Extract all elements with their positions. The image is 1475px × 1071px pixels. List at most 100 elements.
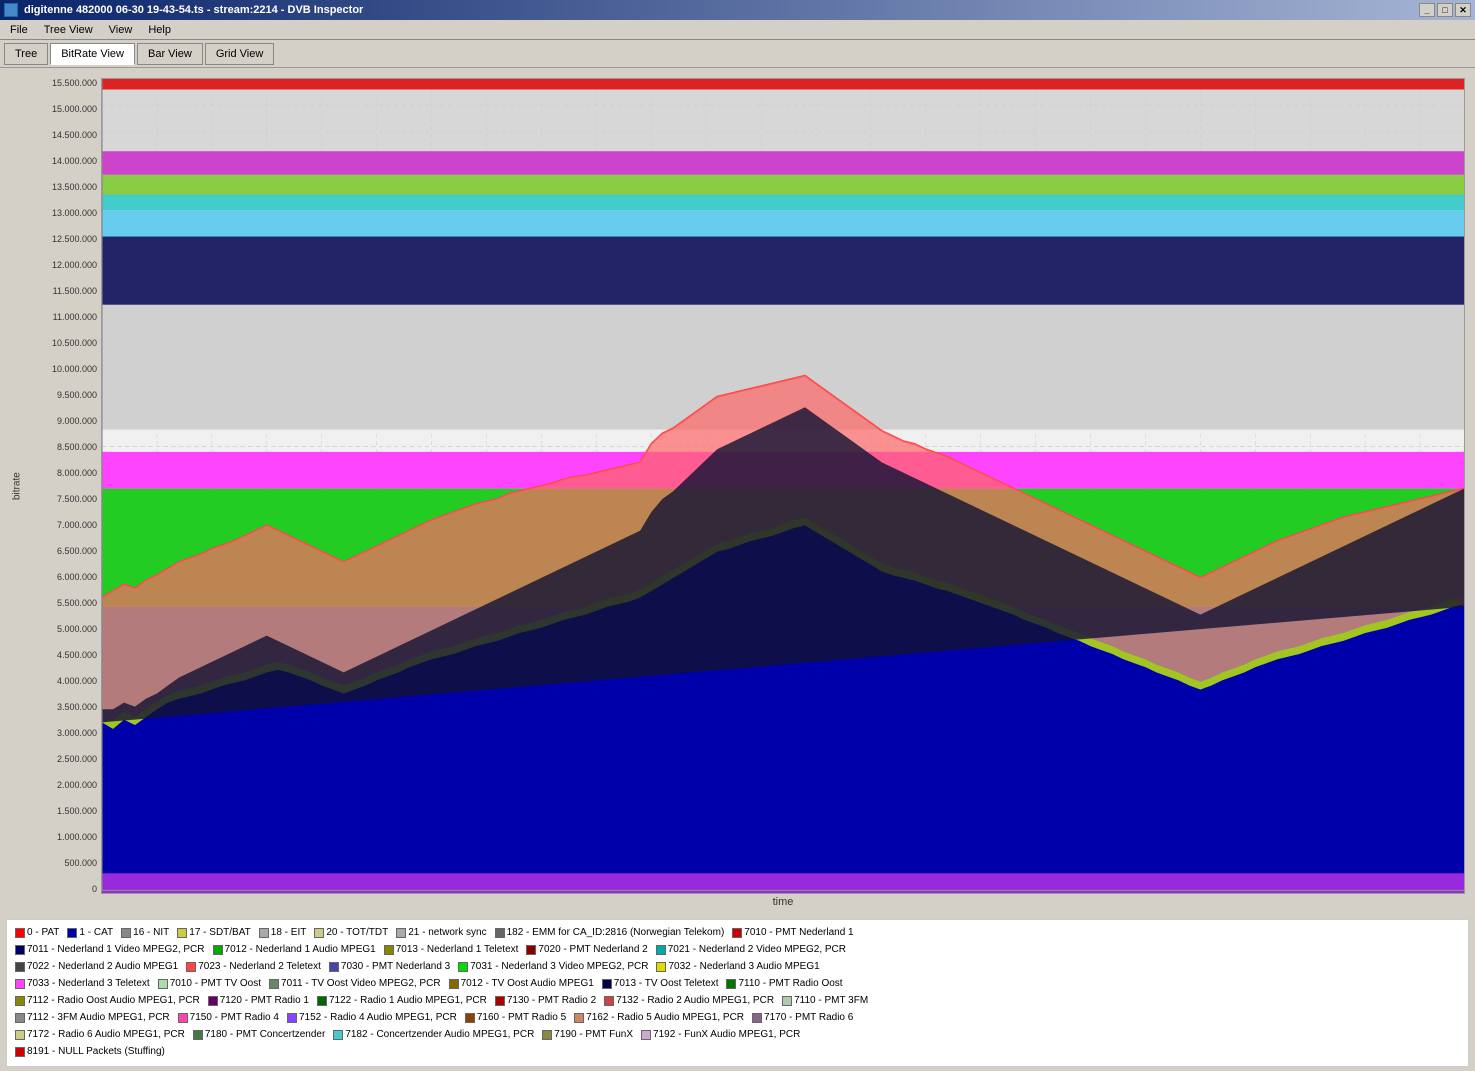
legend-label-pmt-concertz: 7180 - PMT Concertzender <box>205 1027 325 1043</box>
tab-bar-view[interactable]: Bar View <box>137 43 203 65</box>
y-label: 3.500.000 <box>26 702 97 712</box>
legend-item-7033: 7033 - Nederland 3 Teletext <box>15 976 150 992</box>
minimize-button[interactable]: _ <box>1419 3 1435 17</box>
legend-color-eit <box>259 928 269 938</box>
y-label: 15.000.000 <box>26 104 97 114</box>
legend-color-pmt-radio1 <box>208 996 218 1006</box>
legend-item-networksync: 21 - network sync <box>396 925 486 941</box>
legend-item-eit: 18 - EIT <box>259 925 307 941</box>
legend-color-7033 <box>15 979 25 989</box>
legend: 0 - PAT 1 - CAT 16 - NIT 17 - SDT/BAT 18… <box>6 919 1469 1067</box>
legend-label-pmt-funx: 7190 - PMT FunX <box>554 1027 633 1043</box>
y-label: 12.500.000 <box>26 234 97 244</box>
chart-wrapper: bitrate 15.500.00015.000.00014.500.00014… <box>10 78 1465 894</box>
menu-view[interactable]: View <box>101 22 141 38</box>
toolbar: Tree BitRate View Bar View Grid View <box>0 40 1475 68</box>
legend-item-7021: 7021 - Nederland 2 Video MPEG2, PCR <box>656 942 846 958</box>
legend-color-7022 <box>15 962 25 972</box>
legend-color-7012 <box>213 945 223 955</box>
legend-item-null: 8191 - NULL Packets (Stuffing) <box>15 1044 165 1060</box>
tab-bitrate-view[interactable]: BitRate View <box>50 43 135 65</box>
legend-color-tvoost-aud <box>449 979 459 989</box>
legend-color-3fm-aud <box>15 1013 25 1023</box>
legend-label-radio2-aud: 7132 - Radio 2 Audio MPEG1, PCR <box>616 993 774 1009</box>
y-label: 10.500.000 <box>26 338 97 348</box>
legend-color-7011 <box>15 945 25 955</box>
y-label: 15.500.000 <box>26 78 97 88</box>
legend-label-concertz-aud: 7182 - Concertzender Audio MPEG1, PCR <box>345 1027 534 1043</box>
y-label: 4.500.000 <box>26 650 97 660</box>
legend-label-funx-aud: 7192 - FunX Audio MPEG1, PCR <box>653 1027 800 1043</box>
menu-treeview[interactable]: Tree View <box>36 22 101 38</box>
menu-file[interactable]: File <box>2 22 36 38</box>
legend-label-tvoost-vid: 7011 - TV Oost Video MPEG2, PCR <box>281 976 441 992</box>
title-area: digitenne 482000 06-30 19-43-54.ts - str… <box>4 3 363 17</box>
y-label: 2.500.000 <box>26 754 97 764</box>
legend-color-tvoost-vid <box>269 979 279 989</box>
legend-color-7112-radiooost <box>15 996 25 1006</box>
legend-color-7023 <box>186 962 196 972</box>
legend-color-networksync <box>396 928 406 938</box>
legend-color-pmt-funx <box>542 1030 552 1040</box>
legend-row-6: 7112 - 3FM Audio MPEG1, PCR 7150 - PMT R… <box>15 1010 1460 1026</box>
legend-color-sdtbat <box>177 928 187 938</box>
main-content: bitrate 15.500.00015.000.00014.500.00014… <box>0 68 1475 1071</box>
legend-color-7031 <box>458 962 468 972</box>
legend-item-7031: 7031 - Nederland 3 Video MPEG2, PCR <box>458 959 648 975</box>
legend-item-7032: 7032 - Nederland 3 Audio MPEG1 <box>656 959 819 975</box>
legend-color-concertz-aud <box>333 1030 343 1040</box>
y-label: 8.500.000 <box>26 442 97 452</box>
legend-item-7112-radiooost: 7112 - Radio Oost Audio MPEG1, PCR <box>15 993 200 1009</box>
legend-label-7031: 7031 - Nederland 3 Video MPEG2, PCR <box>470 959 648 975</box>
legend-color-pmt-radio4 <box>178 1013 188 1023</box>
legend-label-radio4-aud: 7152 - Radio 4 Audio MPEG1, PCR <box>299 1010 457 1026</box>
y-label: 5.000.000 <box>26 624 97 634</box>
legend-label-emm182: 182 - EMM for CA_ID:2816 (Norwegian Tele… <box>507 925 725 941</box>
maximize-button[interactable]: □ <box>1437 3 1453 17</box>
legend-label-7013: 7013 - Nederland 1 Teletext <box>396 942 519 958</box>
legend-label-7011: 7011 - Nederland 1 Video MPEG2, PCR <box>27 942 205 958</box>
legend-item-emm182: 182 - EMM for CA_ID:2816 (Norwegian Tele… <box>495 925 725 941</box>
legend-item-pmttvoost: 7010 - PMT TV Oost <box>158 976 261 992</box>
legend-item-radio6-aud: 7172 - Radio 6 Audio MPEG1, PCR <box>15 1027 185 1043</box>
legend-color-radio5-aud <box>574 1013 584 1023</box>
legend-item-pmt-concertz: 7180 - PMT Concertzender <box>193 1027 325 1043</box>
y-label: 0 <box>26 884 97 894</box>
y-label: 11.000.000 <box>26 312 97 322</box>
legend-item-7020: 7020 - PMT Nederland 2 <box>526 942 647 958</box>
legend-item-7012: 7012 - Nederland 1 Audio MPEG1 <box>213 942 376 958</box>
y-label: 1.500.000 <box>26 806 97 816</box>
legend-item-pmt-radio5: 7160 - PMT Radio 5 <box>465 1010 566 1026</box>
tab-tree[interactable]: Tree <box>4 43 48 65</box>
legend-item-sdtbat: 17 - SDT/BAT <box>177 925 251 941</box>
window-title: digitenne 482000 06-30 19-43-54.ts - str… <box>24 4 363 16</box>
legend-row-1: 0 - PAT 1 - CAT 16 - NIT 17 - SDT/BAT 18… <box>15 925 1460 941</box>
legend-item-radio5-aud: 7162 - Radio 5 Audio MPEG1, PCR <box>574 1010 744 1026</box>
legend-item-pmt7010: 7010 - PMT Nederland 1 <box>732 925 853 941</box>
menubar: File Tree View View Help <box>0 20 1475 40</box>
legend-label-sdtbat: 17 - SDT/BAT <box>189 925 251 941</box>
legend-label-radio6-aud: 7172 - Radio 6 Audio MPEG1, PCR <box>27 1027 185 1043</box>
y-label: 3.000.000 <box>26 728 97 738</box>
legend-label-null: 8191 - NULL Packets (Stuffing) <box>27 1044 165 1060</box>
legend-label-3fm-aud: 7112 - 3FM Audio MPEG1, PCR <box>27 1010 170 1026</box>
legend-label-pmttvoost: 7010 - PMT TV Oost <box>170 976 261 992</box>
menu-help[interactable]: Help <box>140 22 179 38</box>
legend-color-emm182 <box>495 928 505 938</box>
legend-color-cat <box>67 928 77 938</box>
legend-color-pmt-concertz <box>193 1030 203 1040</box>
y-label: 13.000.000 <box>26 208 97 218</box>
legend-label-eit: 18 - EIT <box>271 925 307 941</box>
close-button[interactable]: ✕ <box>1455 3 1471 17</box>
tab-grid-view[interactable]: Grid View <box>205 43 274 65</box>
y-label: 14.500.000 <box>26 130 97 140</box>
legend-label-cat: 1 - CAT <box>79 925 113 941</box>
legend-label-7022: 7022 - Nederland 2 Audio MPEG1 <box>27 959 178 975</box>
legend-label-7021: 7021 - Nederland 2 Video MPEG2, PCR <box>668 942 846 958</box>
legend-item-7030: 7030 - PMT Nederland 3 <box>329 959 450 975</box>
chart-area[interactable] <box>101 78 1465 894</box>
legend-label-7033: 7033 - Nederland 3 Teletext <box>27 976 150 992</box>
legend-label-pmt7010: 7010 - PMT Nederland 1 <box>744 925 853 941</box>
legend-label-pmt-radio4: 7150 - PMT Radio 4 <box>190 1010 279 1026</box>
legend-color-radio6-aud <box>15 1030 25 1040</box>
